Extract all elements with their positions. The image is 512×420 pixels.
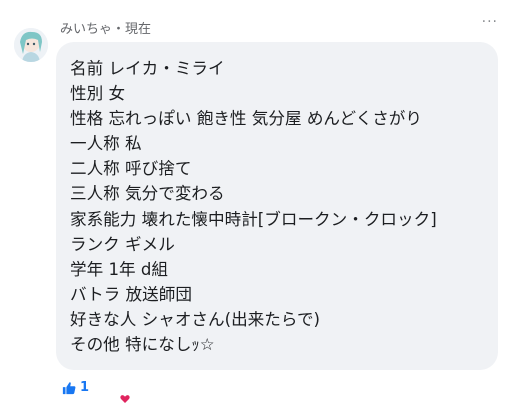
comment-line: ランク ギメル <box>70 234 175 254</box>
comment-bubble: 名前 レイカ・ミライ 性別 女 性格 忘れっぽい 飽き性 気分屋 めんどくさがり… <box>56 42 498 370</box>
comment-line: 家系能力 壊れた懐中時計[ブロークン・クロック] <box>70 209 437 229</box>
comment-line: 一人称 私 <box>70 134 142 154</box>
avatar[interactable] <box>14 28 48 62</box>
comment-line: 学年 1年 d組 <box>70 259 169 279</box>
comment-line: 三人称 気分で変わる <box>70 184 225 204</box>
author-name[interactable]: みいちゃ <box>60 22 112 37</box>
more-options-icon[interactable]: ··· <box>482 14 498 30</box>
comment-line: バトラ 放送師団 <box>70 284 192 304</box>
comment-line: その他 特になしｯ☆ <box>70 335 215 355</box>
avatar-illustration-icon <box>14 28 48 62</box>
header-separator: ・ <box>112 22 126 37</box>
thumbs-up-icon <box>62 381 76 394</box>
reaction-summary[interactable]: 1 <box>62 380 89 395</box>
comment-line: 二人称 呼び捨て <box>70 159 192 179</box>
comment-line: 名前 レイカ・ミライ <box>70 59 225 78</box>
comment-header: みいちゃ・現在 <box>60 18 151 37</box>
comment-line: 性別 女 <box>70 84 126 104</box>
timestamp[interactable]: 現在 <box>125 22 151 37</box>
heart-icon[interactable] <box>120 394 130 404</box>
comment-line: 好きな人 シャオさん(出来たらで) <box>70 309 321 329</box>
comment-line: 性格 忘れっぽい 飽き性 気分屋 めんどくさがり <box>70 109 422 129</box>
like-count: 1 <box>80 380 90 395</box>
comment-post: みいちゃ・現在 ··· 名前 レイカ・ミライ 性別 女 性格 忘れっぽい 飽き性… <box>0 0 512 420</box>
